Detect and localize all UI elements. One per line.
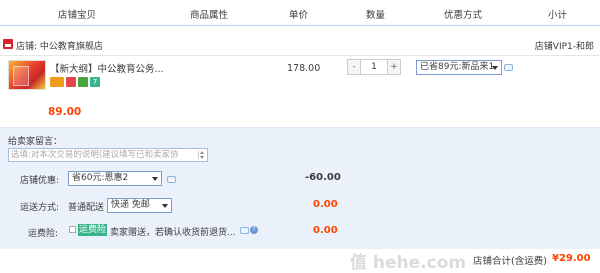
quantity-input[interactable]: 1 xyxy=(361,59,387,75)
wangwang-contact[interactable]: 店铺VIP1-和郎 xyxy=(535,39,594,52)
quantity-decrease-button[interactable]: - xyxy=(347,59,361,75)
shop-discount-amount: -60.00 xyxy=(305,172,341,183)
insurance-label: 运费险: xyxy=(28,229,59,239)
help-icon[interactable]: ? xyxy=(250,226,258,234)
watermark-text: 值 hehe.com xyxy=(350,253,467,273)
column-header-item: 店铺宝贝 xyxy=(58,10,97,21)
unit-price: 178.00 xyxy=(287,63,321,74)
memo-placeholder: 选填:对本次交易的说明(建议填写已和卖家协 xyxy=(11,150,179,160)
scroll-arrows-icon[interactable] xyxy=(198,151,205,159)
message-icon[interactable] xyxy=(240,227,249,234)
quantity-increase-button[interactable]: + xyxy=(387,59,401,75)
shop-row: 店铺: 中公教育旗舰店 店铺VIP1-和郎 xyxy=(0,36,600,54)
service-badges: 7 xyxy=(50,77,100,87)
shop-icon xyxy=(3,39,13,49)
promotion-select-value: 已省89元:新品来1 xyxy=(420,62,495,72)
message-icon[interactable] xyxy=(167,176,176,183)
chevron-down-icon xyxy=(152,177,158,181)
column-header-attributes: 商品属性 xyxy=(190,10,229,21)
shop-discount-label: 店铺优惠: xyxy=(20,176,60,186)
column-header-discount: 优惠方式 xyxy=(444,10,483,21)
insurance-checkbox[interactable] xyxy=(69,226,76,233)
insurance-amount: 0.00 xyxy=(313,225,338,236)
chevron-down-icon xyxy=(492,66,498,70)
badge-icon xyxy=(50,77,64,87)
shop-total-amount: ¥29.00 xyxy=(552,253,591,264)
cart-item-row: 【新大纲】中公教育公务... 7 89.00 178.00 - 1 + 已省89… xyxy=(0,55,600,125)
item-subtotal: 89.00 xyxy=(48,106,82,118)
shipping-select[interactable]: 快递 免邮 xyxy=(107,198,172,213)
shipping-amount: 0.00 xyxy=(313,199,338,210)
shop-total-label: 店铺合计(含运费) xyxy=(473,256,547,267)
shop-discount-select-value: 省60元:恩惠2 xyxy=(72,173,129,183)
memo-label: 给卖家留言： xyxy=(8,137,63,147)
product-title-link[interactable]: 【新大纲】中公教育公务... xyxy=(50,61,164,75)
shop-discount-select[interactable]: 省60元:恩惠2 xyxy=(68,171,162,186)
column-header-quantity: 数量 xyxy=(366,10,386,21)
seven-day-return-icon: 7 xyxy=(90,77,100,87)
insurance-tag: 运费险 xyxy=(78,224,108,236)
badge-icon xyxy=(66,77,76,87)
shop-name-link[interactable]: 店铺: 中公教育旗舰店 xyxy=(16,39,103,52)
shipping-select-value: 快递 免邮 xyxy=(111,200,150,210)
badge-icon xyxy=(78,77,88,87)
product-thumbnail[interactable] xyxy=(8,60,46,90)
column-header-subtotal: 小计 xyxy=(548,10,568,21)
shipping-method: 普通配送 xyxy=(68,203,105,213)
promotion-select[interactable]: 已省89元:新品来1 xyxy=(416,60,502,75)
insurance-text: 卖家赠送，若确认收货前退货... xyxy=(110,228,236,238)
shipping-label: 运送方式: xyxy=(20,203,60,213)
memo-input[interactable]: 选填:对本次交易的说明(建议填写已和卖家协 xyxy=(8,148,208,162)
chevron-down-icon xyxy=(162,204,168,208)
order-options-panel: 给卖家留言： 选填:对本次交易的说明(建议填写已和卖家协 店铺优惠: 省60元:… xyxy=(0,127,600,249)
message-icon[interactable] xyxy=(504,64,513,71)
column-header-unit-price: 单价 xyxy=(289,10,309,21)
column-header-row: 店铺宝贝 商品属性 单价 数量 优惠方式 小计 xyxy=(0,0,600,26)
quantity-stepper: - 1 + xyxy=(347,59,401,75)
